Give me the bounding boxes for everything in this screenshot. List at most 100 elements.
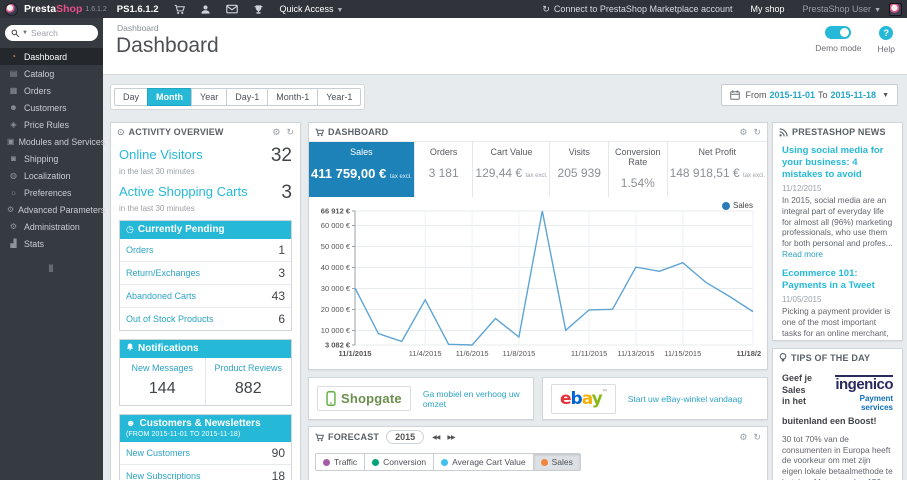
active-carts-value: 3 — [281, 183, 292, 202]
kpi-cart-value[interactable]: Cart Value 129,44 € tax excl. — [473, 142, 551, 197]
sidebar-item-administration[interactable]: ⚙ Administration — [0, 218, 103, 235]
filter-year-button[interactable]: Year — [191, 88, 228, 106]
chevron-down-icon[interactable]: ▼ — [22, 30, 28, 36]
sidebar-item-price-rules[interactable]: ◈ Price Rules — [0, 116, 103, 133]
sidebar-item-localization[interactable]: ◍ Localization — [0, 167, 103, 184]
tab-conversion[interactable]: Conversion — [364, 453, 435, 471]
brand-name: PrestaShop — [24, 3, 83, 15]
activity-icon: ⊙ — [117, 126, 125, 137]
article-title-link[interactable]: Using social media for your business: 4 … — [782, 145, 893, 181]
kpi-sales[interactable]: Sales 411 759,00 € tax excl. — [309, 142, 415, 197]
news-article: Using social media for your business: 4 … — [782, 145, 893, 260]
sales-line-chart-svg: 66 912 € 60 000 € 50 000 € 40 000 € 30 000 €… — [321, 207, 770, 359]
shopgate-link[interactable]: Ga mobiel en verhoog uw omzet — [423, 389, 525, 409]
sidebar-item-catalog[interactable]: ▤ Catalog — [0, 65, 103, 82]
kpi-row: Sales 411 759,00 € tax excl. Orders 3 181 … — [309, 141, 767, 197]
previous-year-button[interactable]: ◀◀ — [432, 434, 440, 441]
my-shop-link[interactable]: My shop — [751, 4, 785, 14]
news-article: Ecommerce 101: Payments in a Tweet 11/05… — [782, 268, 893, 340]
quick-access-menu[interactable]: Quick Access ▼ — [280, 4, 344, 14]
preferences-icon: ☼ — [9, 188, 18, 197]
user-avatar[interactable] — [889, 2, 902, 16]
filter-year-1-button[interactable]: Year-1 — [317, 88, 362, 106]
chevron-down-icon: ▼ — [882, 91, 889, 99]
panel-title: ACTIVITY OVERVIEW — [128, 127, 224, 137]
sidebar-item-advanced-parameters[interactable]: ⚙ Advanced Parameters — [0, 201, 105, 218]
sidebar-item-shipping[interactable]: ◙ Shipping — [0, 150, 103, 167]
user-menu[interactable]: PrestaShop User ▼ — [803, 4, 881, 14]
refresh-icon[interactable]: ↻ — [753, 127, 761, 138]
sidebar-search[interactable]: ▼ — [5, 25, 98, 41]
filter-month-1-button[interactable]: Month-1 — [267, 88, 319, 106]
kpi-conversion-rate[interactable]: Conversion Rate 1.54% — [609, 142, 668, 197]
demo-mode-toggle[interactable] — [825, 26, 852, 39]
new-customers-row[interactable]: New Customers 90 — [120, 442, 291, 466]
catalog-icon: ▤ — [9, 69, 18, 78]
kpi-net-profit[interactable]: Net Profit 148 918,51 € tax excl. — [668, 142, 767, 197]
sidebar-item-stats[interactable]: ▟ Stats — [0, 235, 103, 252]
pending-abandoned-carts-row[interactable]: Abandoned Carts 43 — [120, 285, 291, 308]
article-title-link[interactable]: Ecommerce 101: Payments in a Tweet — [782, 268, 893, 292]
sidebar-item-preferences[interactable]: ☼ Preferences — [0, 184, 103, 201]
pending-orders-row[interactable]: Orders 1 — [120, 239, 291, 262]
toggle-knob — [840, 28, 850, 37]
gear-icon[interactable]: ⚙ — [272, 127, 280, 138]
sidebar-item-orders[interactable]: ▦ Orders — [0, 82, 103, 99]
new-messages-cell[interactable]: New Messages 144 — [120, 358, 206, 405]
sidebar-item-dashboard[interactable]: ◔ Dashboard — [0, 48, 103, 65]
next-year-button[interactable]: ▶▶ — [447, 434, 455, 441]
pending-out-of-stock-row[interactable]: Out of Stock Products 6 — [120, 308, 291, 330]
pending-returns-row[interactable]: Return/Exchanges 3 — [120, 262, 291, 285]
sidebar-item-customers[interactable]: ☻ Customers — [0, 99, 103, 116]
administration-icon: ⚙ — [9, 222, 18, 231]
sidebar: ▼ ◔Dashboard ▤Catalog ▦Orders ☻Customers… — [0, 18, 105, 480]
search-input[interactable] — [30, 28, 87, 38]
tab-traffic[interactable]: Traffic — [315, 453, 366, 471]
sidebar-item-modules[interactable]: ▣ Modules and Services — [0, 133, 105, 150]
filter-day-1-button[interactable]: Day-1 — [226, 88, 269, 106]
chart-legend[interactable]: Sales — [721, 201, 753, 210]
user-icon: ☻ — [126, 418, 136, 428]
online-visitors-link[interactable]: Online Visitors — [119, 147, 203, 162]
gear-icon[interactable]: ⚙ — [739, 432, 747, 443]
average-cart-value-dot-icon — [441, 458, 449, 466]
date-range-picker[interactable]: From 2015-11-01 To 2015-11-18 ▼ — [721, 84, 898, 106]
filter-month-button[interactable]: Month — [147, 88, 193, 106]
shopgate-module: Shopgate Ga mobiel en verhoog uw omzet — [308, 377, 534, 420]
shipping-icon: ◙ — [11, 154, 16, 163]
kpi-visits[interactable]: Visits 205 939 — [550, 142, 610, 197]
price-rules-icon: ◈ — [10, 120, 17, 129]
cart-icon[interactable] — [174, 4, 185, 15]
shop-version-label: PS1.6.1.2 — [116, 3, 159, 15]
messages-icon[interactable] — [225, 4, 238, 14]
calendar-icon — [730, 90, 741, 100]
svg-text:11/6/2015: 11/6/2015 — [456, 349, 489, 358]
active-carts-link[interactable]: Active Shopping Carts — [119, 184, 248, 199]
sales-dot-icon — [540, 458, 548, 466]
employees-icon[interactable] — [200, 4, 211, 15]
refresh-icon[interactable]: ↻ — [286, 127, 294, 138]
marketplace-link[interactable]: ↻ Connect to PrestaShop Marketplace accou… — [542, 4, 732, 15]
product-reviews-cell[interactable]: Product Reviews 882 — [206, 358, 292, 405]
read-more-link[interactable]: Read more — [782, 249, 823, 259]
filter-day-button[interactable]: Day — [114, 88, 149, 106]
gear-icon[interactable]: ⚙ — [739, 127, 747, 138]
kpi-orders[interactable]: Orders 3 181 — [415, 142, 474, 197]
tab-average-cart-value[interactable]: Average Cart Value — [433, 453, 534, 471]
legend-dot-sales — [721, 201, 730, 210]
tab-sales[interactable]: Sales — [532, 453, 581, 471]
sync-icon: ↻ — [542, 3, 550, 14]
refresh-icon[interactable]: ↻ — [753, 432, 761, 443]
notifications-header: Notifications — [120, 340, 291, 358]
orders-icon: ▦ — [9, 86, 18, 95]
svg-text:66 912 €: 66 912 € — [321, 207, 351, 216]
prestashop-logo[interactable] — [5, 2, 18, 16]
new-subscriptions-row[interactable]: New Subscriptions 18 — [120, 465, 291, 480]
svg-text:11/8/2015: 11/8/2015 — [502, 349, 535, 358]
collapse-menu-button[interactable]: ‖ — [0, 264, 103, 275]
help-button[interactable]: ? — [879, 26, 894, 40]
currently-pending-header: ◷ Currently Pending — [120, 221, 291, 239]
ebay-link[interactable]: Start uw eBay-winkel vandaag — [628, 394, 742, 404]
dashboard-panel: DASHBOARD ⚙ ↻ Sales 411 759,00 € tax excl… — [308, 122, 770, 370]
trophy-icon[interactable] — [253, 4, 264, 15]
